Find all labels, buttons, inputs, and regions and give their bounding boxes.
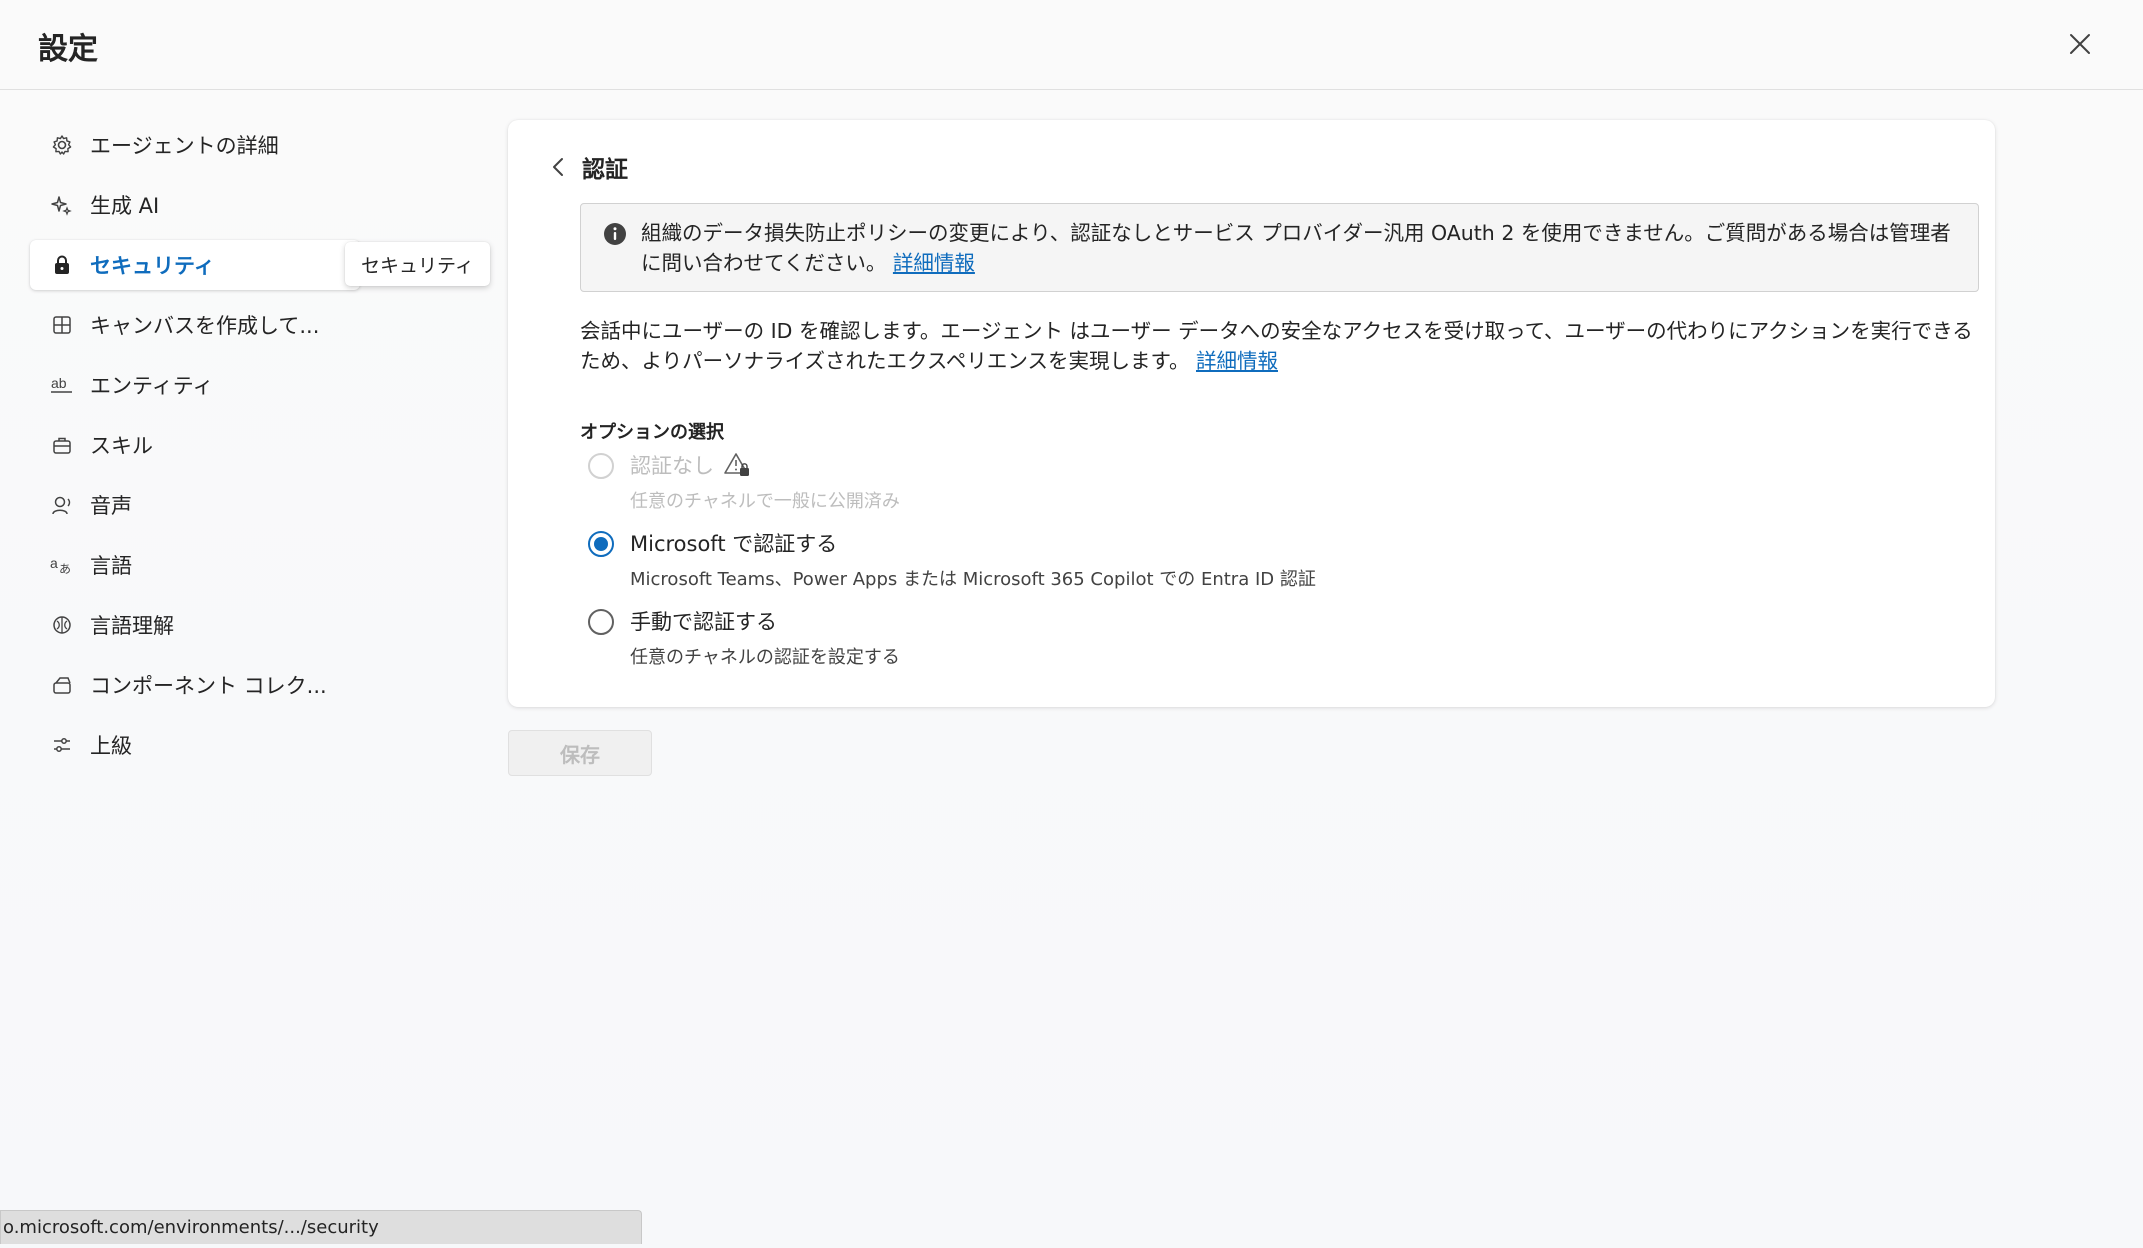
sidebar-item-skills[interactable]: スキル xyxy=(30,420,360,470)
sparkle-icon xyxy=(50,193,74,217)
sidebar-item-language-understanding[interactable]: 言語理解 xyxy=(30,600,360,650)
gear-icon xyxy=(50,133,74,157)
sidebar-item-entities[interactable]: ab エンティティ xyxy=(30,360,360,410)
sidebar-item-label: 言語理解 xyxy=(90,614,174,638)
option-subtitle: 任意のチャネルの認証を設定する xyxy=(630,647,900,668)
option-title-text: 認証なし xyxy=(630,454,714,478)
radio-no-auth xyxy=(588,453,614,479)
tooltip: セキュリティ xyxy=(345,242,490,286)
abc-icon: ab xyxy=(50,373,74,397)
briefcase-icon xyxy=(50,433,74,457)
sidebar-item-generative-ai[interactable]: 生成 AI xyxy=(30,180,360,230)
sidebar-item-voice[interactable]: 音声 xyxy=(30,480,360,530)
option-title: 手動で認証する xyxy=(630,610,777,634)
sidebar-item-component-collections[interactable]: コンポーネント コレク... xyxy=(30,660,360,710)
option-title: 認証なし xyxy=(630,450,752,480)
brain-icon xyxy=(50,613,74,637)
info-icon xyxy=(604,223,626,245)
package-icon xyxy=(50,673,74,697)
description-learn-more-link[interactable]: 詳細情報 xyxy=(1196,349,1278,373)
sidebar-item-advanced[interactable]: 上級 xyxy=(30,720,360,770)
card-header: 認証 xyxy=(544,150,628,184)
sidebar-item-agent-details[interactable]: エージェントの詳細 xyxy=(30,120,360,170)
status-bar-url: o.microsoft.com/environments/.../securit… xyxy=(0,1210,642,1244)
save-button[interactable]: 保存 xyxy=(508,730,652,776)
translate-icon: aあ xyxy=(50,553,74,577)
sidebar-item-label: 音声 xyxy=(90,494,132,518)
back-button[interactable] xyxy=(544,153,572,181)
banner-message: 組織のデータ損失防止ポリシーの変更により、認証なしとサービス プロバイダー汎用 … xyxy=(641,218,1961,278)
radio-microsoft-auth[interactable] xyxy=(588,531,614,557)
sidebar-item-label: 上級 xyxy=(90,734,132,758)
svg-text:a: a xyxy=(50,555,58,571)
close-icon xyxy=(2070,34,2090,54)
lock-icon xyxy=(50,253,74,277)
settings-sliders-icon xyxy=(50,733,74,757)
grid-icon xyxy=(50,313,74,337)
close-button[interactable] xyxy=(2060,24,2100,64)
sidebar-item-canvas[interactable]: キャンバスを作成して... xyxy=(30,300,360,350)
settings-window: 設定 エージェントの詳細 生成 AI セキュリティ キャンバスを作成して... … xyxy=(0,0,2143,1248)
banner-learn-more-link[interactable]: 詳細情報 xyxy=(893,251,975,275)
sidebar-item-label: スキル xyxy=(90,434,153,458)
chevron-left-icon xyxy=(553,158,563,176)
sidebar-item-language[interactable]: aあ 言語 xyxy=(30,540,360,590)
sidebar-item-label: エージェントの詳細 xyxy=(90,134,279,158)
auth-card: 認証 組織のデータ損失防止ポリシーの変更により、認証なしとサービス プロバイダー… xyxy=(508,120,1995,707)
sidebar-item-label: エンティティ xyxy=(90,374,214,398)
banner-text: 組織のデータ損失防止ポリシーの変更により、認証なしとサービス プロバイダー汎用 … xyxy=(641,221,1951,275)
options-label: オプションの選択 xyxy=(580,422,724,443)
sidebar-item-label: 生成 AI xyxy=(90,194,160,218)
card-title: 認証 xyxy=(582,157,628,183)
info-banner: 組織のデータ損失防止ポリシーの変更により、認証なしとサービス プロバイダー汎用 … xyxy=(580,203,1979,292)
radio-manual-auth[interactable] xyxy=(588,609,614,635)
page-title: 設定 xyxy=(38,32,98,67)
sidebar-item-security[interactable]: セキュリティ xyxy=(30,240,360,290)
auth-description: 会話中にユーザーの ID を確認します。エージェント はユーザー データへの安全… xyxy=(580,316,1990,376)
sidebar-item-label: セキュリティ xyxy=(90,254,215,278)
option-subtitle: 任意のチャネルで一般に公開済み xyxy=(630,491,900,512)
svg-text:あ: あ xyxy=(59,562,71,576)
svg-text:ab: ab xyxy=(51,375,67,391)
option-subtitle: Microsoft Teams、Power Apps または Microsoft… xyxy=(630,569,1316,590)
option-title: Microsoft で認証する xyxy=(630,532,838,556)
sidebar-item-label: キャンバスを作成して... xyxy=(90,314,320,338)
sidebar-item-label: 言語 xyxy=(90,554,132,578)
voice-icon xyxy=(50,493,74,517)
warning-lock-icon xyxy=(724,451,752,479)
header: 設定 xyxy=(0,0,2143,90)
sidebar-item-label: コンポーネント コレク... xyxy=(90,674,327,698)
sidebar: エージェントの詳細 生成 AI セキュリティ キャンバスを作成して... ab … xyxy=(30,120,360,780)
